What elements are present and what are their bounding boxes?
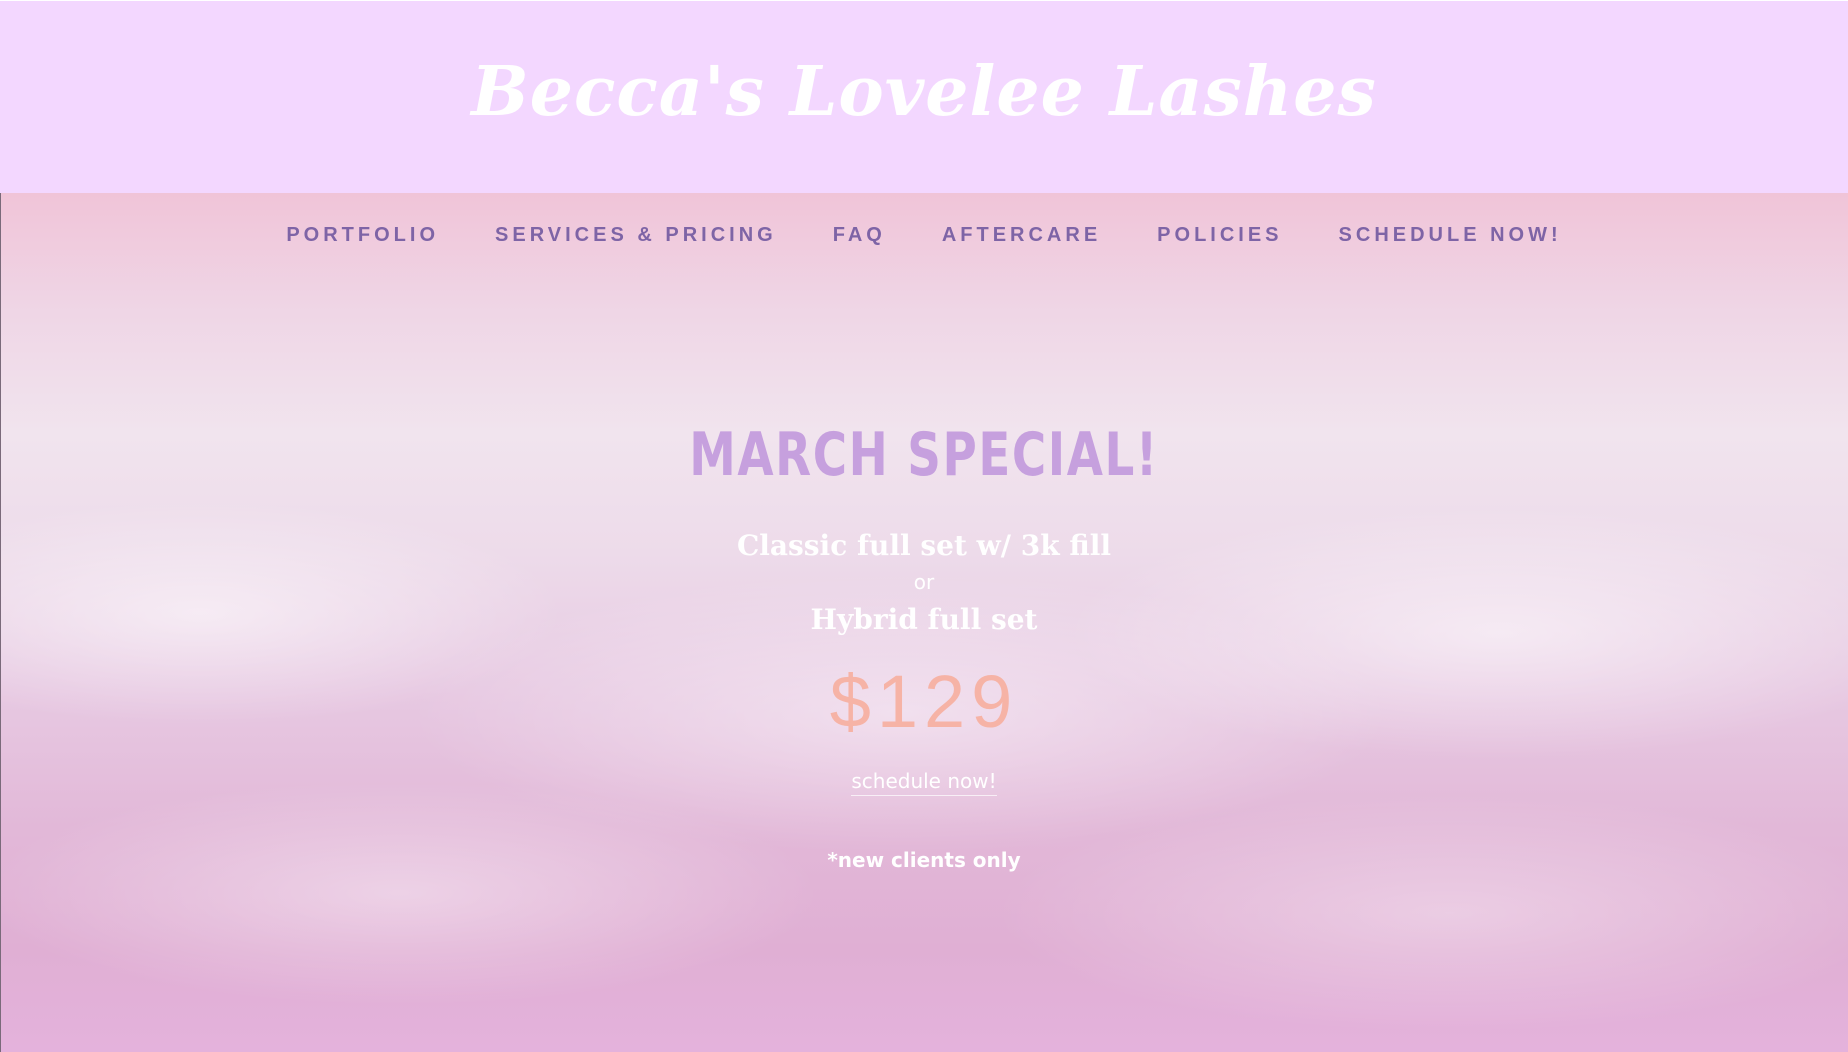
nav-item-faq[interactable]: FAQ: [833, 224, 886, 247]
promo-section: MARCH SPECIAL! Classic full set w/ 3k fi…: [0, 420, 1848, 875]
promo-offer-hybrid: Hybrid full set: [810, 603, 1038, 636]
promo-link-container: schedule now!: [0, 766, 1848, 799]
page: Becca's Lovelee Lashes PORTFOLIO SERVICE…: [0, 0, 1848, 1052]
nav-item-schedule-now[interactable]: SCHEDULE NOW!: [1339, 224, 1562, 247]
nav-item-services-pricing[interactable]: SERVICES & PRICING: [495, 224, 777, 247]
promo-price: $129: [829, 660, 1019, 743]
nav-item-portfolio[interactable]: PORTFOLIO: [286, 224, 439, 247]
schedule-now-link[interactable]: schedule now!: [851, 769, 997, 796]
promo-footnote: *new clients only: [827, 848, 1021, 872]
promo-heading: MARCH SPECIAL!: [689, 420, 1159, 490]
site-header: Becca's Lovelee Lashes: [0, 1, 1848, 193]
promo-offer-classic: Classic full set w/ 3k fill: [736, 529, 1112, 562]
nav-item-aftercare[interactable]: AFTERCARE: [942, 224, 1101, 247]
main-nav: PORTFOLIO SERVICES & PRICING FAQ AFTERCA…: [0, 224, 1848, 247]
site-title-link[interactable]: Becca's Lovelee Lashes: [471, 52, 1377, 132]
nav-item-policies[interactable]: POLICIES: [1157, 224, 1282, 247]
promo-separator: or: [913, 570, 935, 594]
